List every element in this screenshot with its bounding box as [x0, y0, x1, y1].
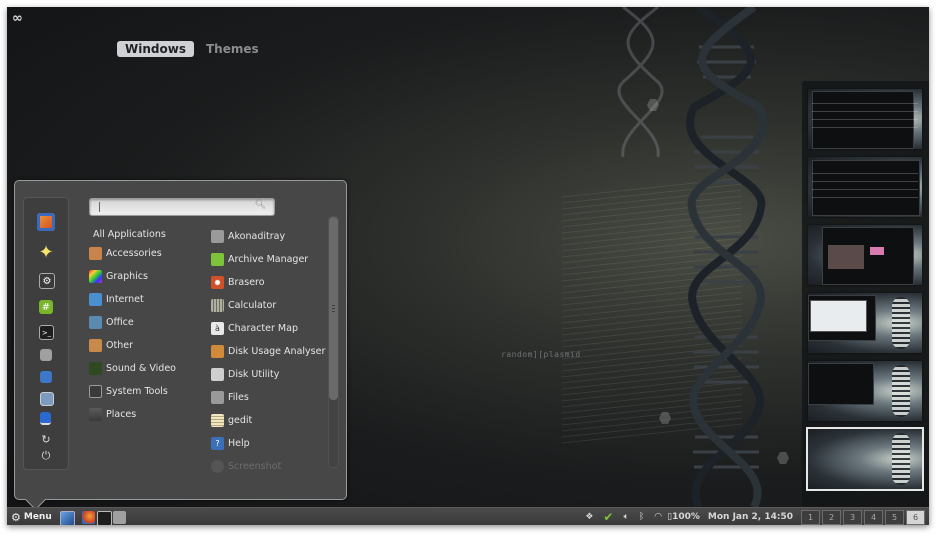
expo-tabs: Windows Themes	[117, 41, 267, 57]
category-internet[interactable]: Internet	[89, 290, 199, 308]
hot-corner-icon[interactable]: ∞	[12, 11, 23, 26]
favorites-bar: ✦ ⚙ # >_ ↻ ⏻	[23, 197, 69, 470]
sound-video-icon	[89, 361, 102, 375]
workspace-button-2[interactable]: 2	[822, 509, 841, 525]
desktop: random][plasmid ∞ Windows Themes ✦ ⚙ # >…	[7, 7, 929, 525]
other-icon	[89, 338, 102, 352]
workspace-thumbnails	[802, 81, 929, 511]
files-launcher-icon[interactable]	[113, 511, 126, 524]
category-other[interactable]: Other	[89, 336, 199, 354]
disk-usage-icon	[211, 344, 224, 358]
app-akonaditray[interactable]: Akonaditray	[211, 227, 329, 245]
workspace-button-6[interactable]: 6	[906, 509, 925, 525]
power-icon[interactable]: ⏻	[37, 447, 55, 465]
files-icon	[211, 390, 224, 404]
workspace-thumbnail-4[interactable]	[808, 293, 922, 353]
scrollbar-grip	[332, 305, 335, 313]
workspace-switcher: 1 2 3 4 5 6	[799, 509, 925, 525]
application-menu: ✦ ⚙ # >_ ↻ ⏻ 🔍︎ All Applications Accesso…	[14, 180, 347, 511]
app-gedit[interactable]: gedit	[211, 411, 329, 429]
wallpaper-hexagon	[777, 452, 789, 464]
folder-icon	[89, 407, 102, 421]
terminal-icon[interactable]: >_	[39, 325, 54, 340]
firefox-launcher-icon[interactable]	[82, 511, 95, 524]
category-system-tools[interactable]: System Tools	[89, 382, 199, 400]
search-icon: 🔍︎	[254, 200, 266, 210]
app-archive-manager[interactable]: Archive Manager	[211, 250, 329, 268]
package-icon[interactable]	[40, 371, 52, 383]
wallpaper-dna-small	[617, 7, 664, 157]
update-shield-icon[interactable]: ✔	[603, 510, 613, 524]
workspace-button-1[interactable]: 1	[801, 509, 820, 525]
workspace-thumbnail-5[interactable]	[808, 361, 922, 421]
wallpaper-dna-helix	[686, 7, 767, 507]
app-disk-utility[interactable]: Disk Utility	[211, 365, 329, 383]
search-field[interactable]: 🔍︎	[89, 198, 275, 216]
volume-icon[interactable]: 🔈︎	[623, 512, 628, 522]
scrollbar-thumb[interactable]	[329, 217, 338, 400]
disk-utility-icon	[211, 367, 224, 381]
tab-themes[interactable]: Themes	[198, 41, 267, 57]
category-sound-video[interactable]: Sound & Video	[89, 359, 199, 377]
archive-icon	[211, 252, 224, 266]
app-help[interactable]: ? Help	[211, 434, 329, 452]
show-desktop-icon[interactable]	[60, 511, 75, 525]
update-icon[interactable]	[40, 392, 54, 406]
application-list-scrollbar[interactable]	[328, 216, 339, 468]
character-map-icon: à	[211, 321, 224, 335]
battery-percentage: 100%	[672, 512, 700, 522]
settings-icon[interactable]: ⚙	[39, 273, 55, 289]
dropbox-icon[interactable]: ❖	[585, 512, 593, 522]
calculator-icon	[211, 298, 224, 312]
search-input[interactable]	[94, 199, 244, 215]
tab-windows[interactable]: Windows	[117, 41, 194, 57]
drive-icon[interactable]	[40, 349, 52, 361]
workspace-thumbnail-1[interactable]	[808, 89, 922, 149]
workspace-button-3[interactable]: 3	[843, 509, 862, 525]
bluetooth-icon[interactable]: ᛒ	[639, 512, 644, 522]
office-icon	[89, 315, 102, 329]
system-tray: ❖ ✔ 🔈︎ ᛒ ◠ ▯ 100% Mon Jan 2, 14:50 1 2 3…	[580, 508, 925, 525]
screenshot-icon	[211, 459, 224, 473]
workspace-thumbnail-2[interactable]	[808, 157, 922, 217]
clock[interactable]: Mon Jan 2, 14:50	[708, 512, 793, 522]
brasero-icon	[211, 275, 224, 289]
help-icon: ?	[211, 436, 224, 450]
workspace-button-5[interactable]: 5	[885, 509, 904, 525]
app-calculator[interactable]: Calculator	[211, 296, 329, 314]
system-tools-icon	[89, 384, 102, 398]
star-icon[interactable]: ✦	[37, 242, 55, 263]
chat-icon[interactable]: #	[39, 300, 53, 314]
lock-screen-icon[interactable]	[40, 412, 51, 425]
logout-icon[interactable]: ↻	[37, 430, 55, 448]
category-graphics[interactable]: Graphics	[89, 267, 199, 285]
menu-button[interactable]: ⚙ Menu	[11, 509, 52, 525]
firefox-icon[interactable]	[37, 213, 55, 231]
wifi-icon[interactable]: ◠	[654, 512, 662, 522]
app-files[interactable]: Files	[211, 388, 329, 406]
accessories-icon	[89, 246, 102, 260]
bottom-panel: ⚙ Menu ❖ ✔ 🔈︎ ᛒ ◠ ▯ 100% Mon Jan 2, 14:5…	[7, 507, 929, 525]
gear-icon: ⚙	[11, 510, 21, 524]
terminal-launcher-icon[interactable]	[97, 511, 112, 525]
workspace-thumbnail-3[interactable]	[808, 225, 922, 285]
app-character-map[interactable]: à Character Map	[211, 319, 329, 337]
category-places[interactable]: Places	[89, 405, 199, 423]
category-accessories[interactable]: Accessories	[89, 244, 199, 262]
category-office[interactable]: Office	[89, 313, 199, 331]
wallpaper-label: random][plasmid	[501, 350, 581, 359]
graphics-icon	[89, 269, 102, 283]
internet-icon	[89, 292, 102, 306]
app-brasero[interactable]: Brasero	[211, 273, 329, 291]
akonaditray-icon	[211, 229, 224, 243]
category-all-applications[interactable]: All Applications	[93, 225, 203, 243]
workspace-thumbnail-6[interactable]	[806, 427, 924, 491]
workspace-button-4[interactable]: 4	[864, 509, 883, 525]
gedit-icon	[211, 413, 224, 427]
app-disk-usage-analyser[interactable]: Disk Usage Analyser	[211, 342, 329, 360]
app-screenshot[interactable]: Screenshot	[211, 457, 329, 475]
